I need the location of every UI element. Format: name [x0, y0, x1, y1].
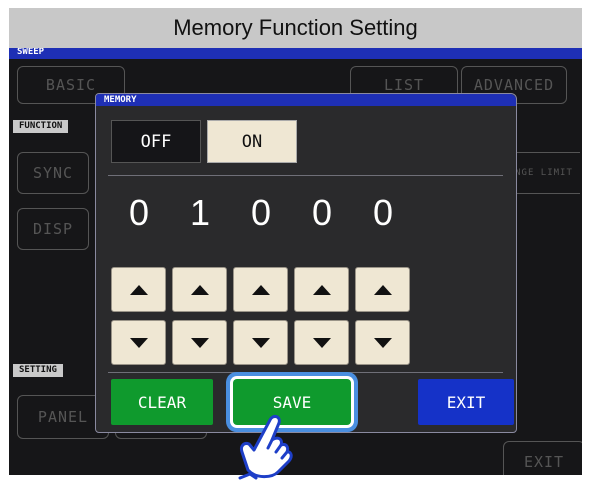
memory-dialog-titlebar: MEMORY — [96, 94, 516, 106]
window-title: Memory Function Setting — [9, 8, 582, 48]
digit-1-down-button[interactable] — [111, 320, 166, 365]
memory-digit-4: 0 — [311, 192, 333, 233]
function-section-label: FUNCTION — [13, 120, 69, 133]
range-limit-button[interactable]: NGE LIMIT — [507, 152, 580, 194]
sync-button[interactable]: SYNC — [17, 152, 89, 194]
arrow-up-icon — [373, 284, 392, 295]
digit-5-down-button[interactable] — [355, 320, 410, 365]
digit-1-up-button[interactable] — [111, 267, 166, 312]
memory-digit-2: 1 — [189, 192, 211, 233]
arrow-up-icon — [129, 284, 148, 295]
arrow-up-icon — [251, 284, 270, 295]
arrow-down-icon — [190, 337, 209, 348]
pointing-hand-icon — [238, 414, 293, 480]
memory-dialog: MEMORY OFF ON 0 1 0 0 0 CLEAR SAVE EXIT — [95, 93, 517, 433]
off-toggle-button[interactable]: OFF — [111, 120, 201, 163]
arrow-down-icon — [373, 337, 392, 348]
digit-4-up-button[interactable] — [294, 267, 349, 312]
sweep-label: SWEEP — [17, 48, 45, 57]
memory-dialog-title: MEMORY — [104, 95, 137, 105]
divider — [108, 372, 503, 373]
digit-3-up-button[interactable] — [233, 267, 288, 312]
exit-button[interactable]: EXIT — [418, 379, 514, 425]
screen-exit-button[interactable]: EXIT — [503, 441, 582, 475]
arrow-up-icon — [190, 284, 209, 295]
sweep-bar: SWEEP — [9, 48, 582, 59]
clear-button[interactable]: CLEAR — [111, 379, 213, 425]
on-toggle-button[interactable]: ON — [207, 120, 297, 163]
digit-3-down-button[interactable] — [233, 320, 288, 365]
arrow-down-icon — [312, 337, 331, 348]
disp-button[interactable]: DISP — [17, 208, 89, 250]
digit-2-up-button[interactable] — [172, 267, 227, 312]
digit-5-up-button[interactable] — [355, 267, 410, 312]
memory-digit-3: 0 — [250, 192, 272, 233]
digit-4-down-button[interactable] — [294, 320, 349, 365]
digit-2-down-button[interactable] — [172, 320, 227, 365]
memory-digit-5: 0 — [372, 192, 394, 233]
divider — [108, 175, 503, 176]
arrow-up-icon — [312, 284, 331, 295]
memory-digit-1: 0 — [128, 192, 150, 233]
arrow-down-icon — [129, 337, 148, 348]
setting-section-label: SETTING — [13, 364, 63, 377]
arrow-down-icon — [251, 337, 270, 348]
